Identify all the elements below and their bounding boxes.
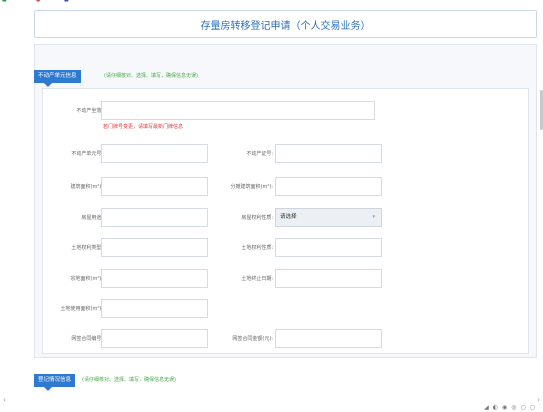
system-tray: ◢◐◉◎○○	[484, 404, 539, 412]
house-right-label: 房屋权利性质:	[241, 215, 273, 221]
location-warning: 若门牌号变更，请填写最新门牌信息	[103, 124, 184, 130]
bookmark-2[interactable]: ●	[36, 0, 40, 3]
section-note-registration: (请仔细核对、选择、填写，确保信息无误)	[82, 377, 176, 383]
property-unit-form: 不动产坐落: 若门牌号变更，请填写最新门牌信息 不动产单元号: 不动产证号: 建…	[42, 88, 529, 354]
land-use-label: 土地权利类型:	[71, 245, 103, 251]
section-note-property-unit: (请仔细核对、选择、填写，确保信息无误)	[104, 73, 198, 79]
land-use-input[interactable]	[101, 238, 208, 257]
shared-area-label: 分摊建筑面积(m²):	[230, 184, 273, 190]
unit-no-label: 不动产单元号:	[71, 151, 103, 157]
contract-amount-input[interactable]	[275, 329, 382, 348]
tray-icon[interactable]: ○	[521, 404, 530, 411]
shared-area-input[interactable]	[275, 177, 382, 196]
tray-icon[interactable]: ◉	[502, 404, 511, 411]
parcel-area-label: 宗地面积(m²):	[70, 276, 103, 282]
location-input[interactable]	[101, 101, 375, 120]
arrow-right-icon[interactable]: ›	[537, 396, 540, 404]
contract-no-input[interactable]	[101, 329, 208, 348]
contract-amount-label: 网签合同金额(元):	[232, 336, 273, 342]
land-end-label: 土地终止日期:	[241, 276, 273, 282]
tray-icon[interactable]: ◢	[484, 404, 493, 411]
house-right-select[interactable]: 请选择 ▾	[275, 208, 382, 227]
land-right-label: 土地权利性质:	[241, 245, 273, 251]
house-right-select-value: 请选择	[280, 214, 297, 220]
land-right-input[interactable]	[275, 238, 382, 257]
contract-no-label: 网签合同编号:	[71, 336, 103, 342]
land-use-area-input[interactable]	[101, 299, 208, 318]
browser-bookmark-strip: ■ ● ■	[0, 0, 543, 4]
bookmark-1[interactable]: ■	[2, 0, 7, 3]
unit-no-input[interactable]	[101, 144, 208, 163]
house-use-input[interactable]	[101, 208, 208, 227]
bookmark-3[interactable]: ■	[64, 0, 69, 3]
land-use-area-label: 土地使用面积(m²):	[60, 306, 103, 312]
location-label: 不动产坐落:	[76, 108, 103, 114]
arrow-left-icon[interactable]: ‹	[3, 396, 6, 404]
chevron-down-icon: ▾	[372, 214, 375, 220]
tray-icon[interactable]: ◐	[493, 404, 502, 411]
section-tab-property-unit[interactable]: 不动产单元信息	[34, 70, 81, 87]
tray-icon[interactable]: ◎	[511, 404, 520, 411]
house-use-label: 房屋用途:	[81, 215, 103, 221]
building-area-input[interactable]	[101, 177, 208, 196]
horizontal-scrollbar[interactable]: ‹ ›	[0, 396, 543, 404]
page-title-bar: 存量房转移登记申请（个人交易业务）	[34, 10, 537, 38]
building-area-label: 建筑面积(m²):	[70, 184, 103, 190]
land-end-input[interactable]	[275, 269, 382, 288]
parcel-area-input[interactable]	[101, 269, 208, 288]
cert-no-label: 不动产证号:	[246, 151, 273, 157]
section-tab-registration[interactable]: 登记情况信息	[34, 374, 76, 391]
cert-no-input[interactable]	[275, 144, 382, 163]
page-title: 存量房转移登记申请（个人交易业务）	[200, 21, 371, 32]
tray-icon[interactable]: ○	[530, 404, 539, 411]
